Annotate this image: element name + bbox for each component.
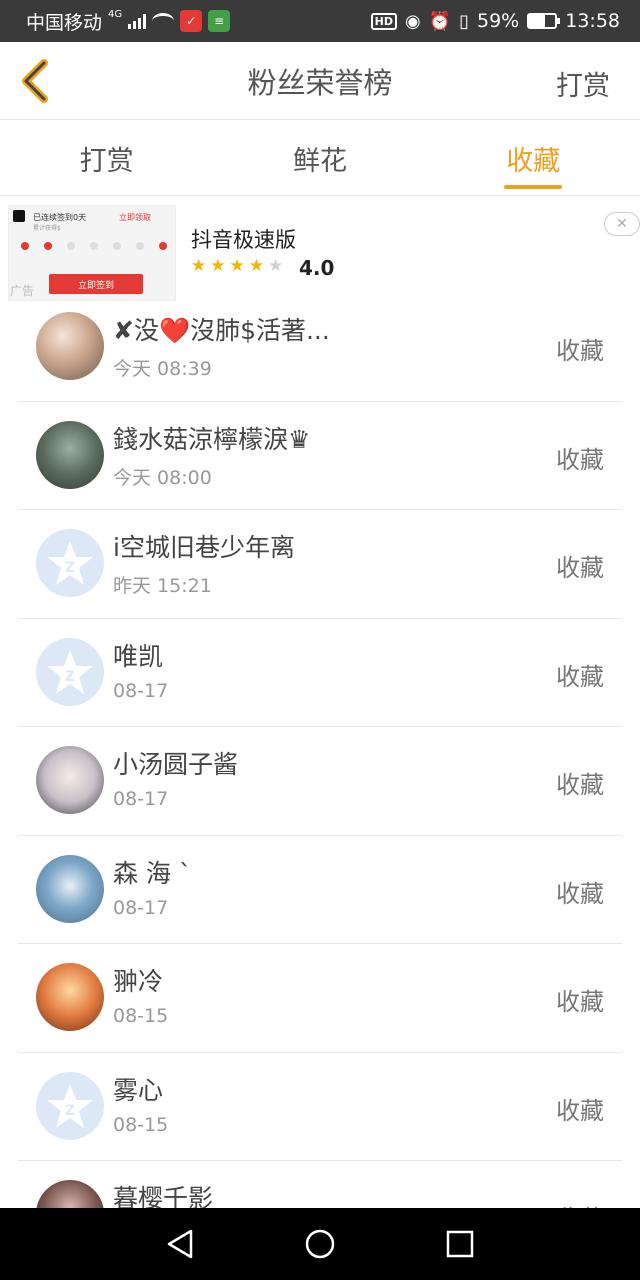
avatar[interactable]: Z: [36, 529, 104, 597]
qq-star-icon: Z: [47, 649, 93, 694]
avatar[interactable]: [36, 963, 104, 1031]
action-label: 收藏: [556, 445, 604, 474]
user-name: 小汤圆子酱: [113, 750, 239, 779]
list-item[interactable]: 翀冷 08-15 收藏: [0, 944, 640, 1053]
top-bar: 粉丝荣誉榜 打赏: [0, 42, 640, 120]
action-label: 收藏: [556, 337, 604, 365]
star-icon: ★: [191, 256, 207, 276]
timestamp: 08-15: [113, 1113, 169, 1136]
user-name: i空城旧巷少年离: [113, 533, 295, 562]
action-label: 收藏: [556, 988, 604, 1016]
fan-list: ✘没❤️沒肺$活著... 今天 08:39 收藏 錢水菇涼檸檬淚♛ 今天 08:…: [0, 293, 640, 1270]
signal-icon: [128, 13, 147, 29]
carrier-name: 中国移动: [26, 11, 103, 34]
vibrate-icon: ▯: [459, 10, 469, 32]
tab-flowers[interactable]: 鲜花: [213, 121, 426, 195]
page-title: 粉丝荣誉榜: [247, 65, 393, 100]
tab-favorites[interactable]: 收藏: [427, 121, 640, 195]
user-name: ✘没❤️沒肺$活著...: [113, 316, 330, 345]
svg-text:Z: Z: [65, 1103, 75, 1119]
timestamp: 08-17: [113, 788, 169, 810]
user-name: 雾心: [113, 1075, 164, 1105]
list-item[interactable]: 森 海 ˋ 08-17 收藏: [0, 836, 640, 945]
alarm-icon: ⏰: [428, 10, 452, 32]
timestamp: 今天 08:39: [113, 358, 212, 380]
nav-home-button[interactable]: [300, 1224, 340, 1264]
action-label: 收藏: [556, 879, 604, 908]
star-icon: ★: [268, 256, 284, 276]
ad-thumb-clock: 立即领取: [119, 213, 151, 222]
back-button[interactable]: [18, 59, 58, 103]
network-type: 4G: [108, 8, 123, 20]
timestamp: 08-17: [113, 679, 169, 702]
nav-recents-button[interactable]: [440, 1224, 480, 1264]
app-notification-icon: ≡: [208, 10, 231, 32]
avatar[interactable]: [36, 420, 104, 489]
checkin-dots: [21, 242, 167, 250]
battery-level: [529, 15, 545, 27]
ad-thumb-subtext: 累计获得$: [33, 225, 61, 232]
action-label: 收藏: [556, 1096, 604, 1125]
star-icon: ★: [210, 256, 226, 276]
wifi-icon: [152, 13, 175, 29]
ad-app-name: 抖音极速版: [191, 228, 296, 252]
reward-button[interactable]: 打赏: [556, 64, 610, 103]
list-item[interactable]: Z 雾心 08-15 收藏: [0, 1053, 640, 1162]
timestamp: 昨天 15:21: [113, 575, 212, 597]
battery-percent: 59%: [477, 10, 520, 32]
ad-rating-stars: ★ ★ ★ ★ ★: [191, 256, 283, 276]
square-recents-icon: [446, 1230, 474, 1258]
ad-thumb-text: 已连续签到0天: [33, 213, 87, 222]
status-bar: 中国移动 4G ✓ ≡ HD ◉ ⏰ ▯ 59% 13:58: [0, 0, 640, 42]
clock-time: 13:58: [565, 10, 620, 32]
circle-home-icon: [305, 1229, 335, 1259]
user-name: 錢水菇涼檸檬淚♛: [113, 424, 311, 454]
timestamp: 08-15: [113, 1005, 169, 1027]
list-item[interactable]: Z i空城旧巷少年离 昨天 15:21 收藏: [0, 510, 640, 619]
eye-icon: ◉: [404, 10, 421, 32]
chevron-left-icon: [22, 59, 48, 103]
ad-rating-value: 4.0: [299, 256, 335, 280]
list-item[interactable]: 錢水菇涼檸檬淚♛ 今天 08:00 收藏: [0, 402, 640, 511]
avatar[interactable]: Z: [36, 637, 104, 706]
tab-reward[interactable]: 打赏: [0, 121, 213, 195]
ad-banner[interactable]: 已连续签到0天 累计获得$ 立即领取 立即签到: [0, 205, 640, 301]
avatar[interactable]: Z: [36, 1071, 104, 1140]
action-label: 收藏: [556, 662, 604, 691]
star-icon: ★: [229, 256, 245, 276]
hd-icon: HD: [370, 12, 397, 30]
svg-text:Z: Z: [65, 669, 75, 685]
timestamp: 08-17: [113, 896, 169, 919]
user-name: 翀冷: [113, 967, 164, 996]
action-label: 收藏: [556, 554, 604, 582]
triangle-back-icon: [167, 1229, 193, 1259]
nav-back-button[interactable]: [160, 1224, 200, 1264]
avatar[interactable]: [36, 854, 104, 923]
svg-text:Z: Z: [65, 560, 75, 576]
tab-bar: 打赏 鲜花 收藏: [0, 121, 640, 196]
tiktok-logo-icon: [13, 210, 25, 222]
ad-close-button[interactable]: ✕: [604, 212, 640, 236]
app-notification-icon: ✓: [180, 10, 203, 32]
avatar[interactable]: [36, 312, 104, 380]
qq-star-icon: Z: [47, 1083, 93, 1128]
battery-icon: [527, 13, 561, 29]
qq-star-icon: Z: [47, 541, 93, 585]
list-item[interactable]: Z 唯凯 08-17 收藏: [0, 619, 640, 728]
list-item[interactable]: 小汤圆子酱 08-17 收藏: [0, 727, 640, 836]
ad-thumb-button: 立即签到: [49, 274, 143, 294]
user-name: 森 海 ˋ: [113, 858, 192, 888]
action-label: 收藏: [556, 771, 604, 799]
timestamp: 今天 08:00: [113, 466, 212, 489]
avatar[interactable]: [36, 746, 104, 814]
star-icon: ★: [248, 256, 264, 276]
list-item[interactable]: ✘没❤️沒肺$活著... 今天 08:39 收藏: [0, 293, 640, 402]
user-name: 唯凯: [113, 641, 164, 671]
system-nav-bar: [0, 1208, 640, 1280]
